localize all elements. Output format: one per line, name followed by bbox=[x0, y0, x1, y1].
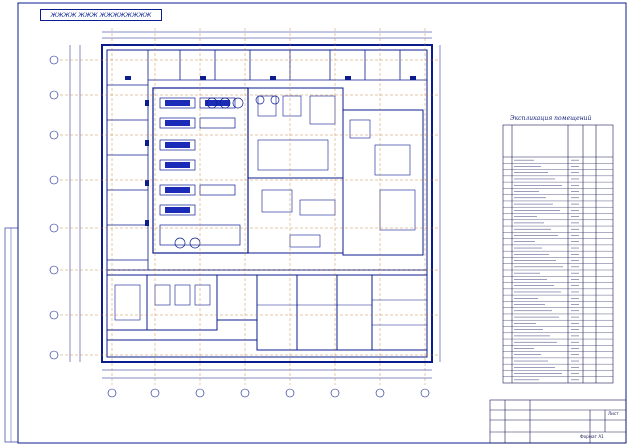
axis-lines bbox=[60, 28, 440, 385]
explication-rows bbox=[503, 163, 613, 377]
dimension-lines bbox=[69, 31, 441, 379]
floor-plan bbox=[101, 44, 433, 363]
explication-table bbox=[502, 124, 614, 384]
explication-title: Экспликация помещений bbox=[510, 115, 592, 122]
title-block-sheet-label: Лист bbox=[608, 411, 619, 416]
axis-bubbles-bottom bbox=[107, 388, 430, 398]
title-block-format-label: Формат А1 bbox=[580, 434, 604, 439]
sheet-stamp: ЖЖЖЖ ЖЖЖ ЖЖЖЖЖЖЖЖ bbox=[40, 9, 162, 21]
left-margin-strip bbox=[4, 227, 19, 443]
drawing-sheet bbox=[4, 2, 627, 444]
axis-bubbles-left bbox=[49, 55, 59, 360]
title-block bbox=[489, 399, 627, 444]
